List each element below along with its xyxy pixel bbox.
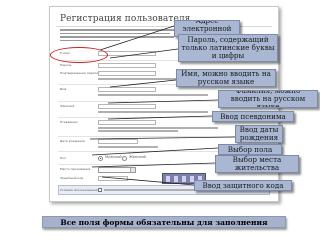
callout-password: Пароль, содержащий только латинские букв… bbox=[178, 34, 278, 62]
pointer-name bbox=[109, 79, 177, 88]
callout-birthdate: Ввод даты рождения bbox=[235, 125, 283, 143]
callout-name: Имя, можно вводить на русском языке bbox=[176, 69, 276, 87]
callout-residence: Выбор места жительства bbox=[215, 155, 299, 173]
callout-captcha: Ввод защитного кода bbox=[194, 180, 292, 191]
callout-surname: Фамилия, можно вводить на русском языке bbox=[218, 90, 318, 108]
pointer-email bbox=[99, 25, 175, 51]
pointer-nickname bbox=[107, 115, 213, 120]
pointer-residence bbox=[91, 162, 216, 168]
pointer-password bbox=[109, 48, 179, 59]
pointer-surname bbox=[107, 99, 219, 104]
pointer-gender bbox=[91, 147, 219, 156]
pointer-captcha bbox=[101, 176, 195, 186]
callout-nickname: Ввод псевдонима bbox=[212, 111, 294, 122]
callout-gender: Выбор пола bbox=[218, 144, 282, 155]
required-fields-banner: Все поля формы обязательны для заполнени… bbox=[42, 216, 286, 228]
pointer-birthdate bbox=[89, 136, 236, 140]
